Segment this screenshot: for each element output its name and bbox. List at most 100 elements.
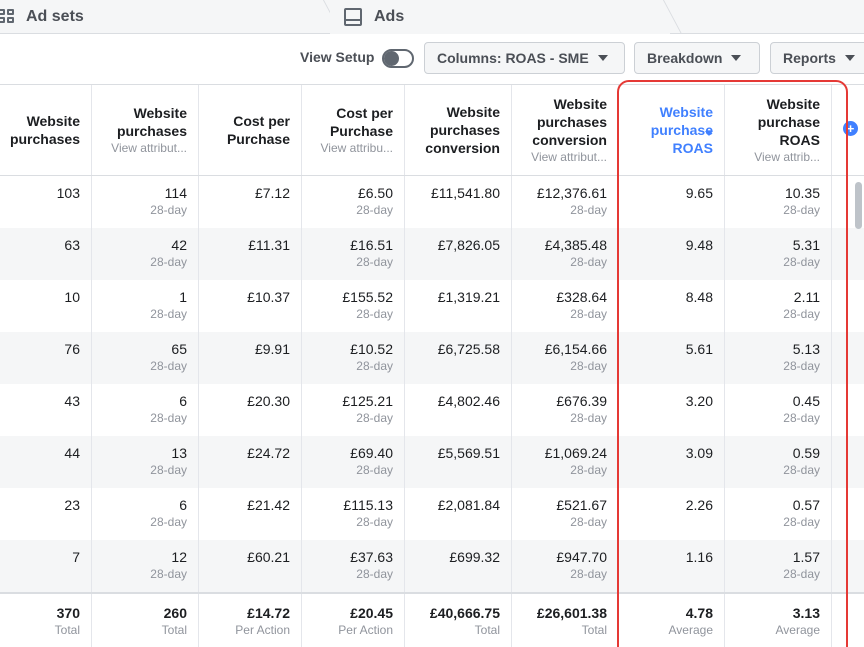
total-value: £14.72 [247,605,290,621]
table-cell: 6 28-day [92,488,199,540]
table-row[interactable]: 76 65 28-day £9.91 £10.52 28-day £6,725.58 £6,1… [0,332,864,384]
total-label: Per Action [235,623,290,637]
cell-value: £6.50 [357,185,393,201]
table-cell: £7.12 [199,176,302,228]
table-cell: 12 28-day [92,540,199,592]
table-row[interactable]: 43 6 28-day £20.30 £125.21 28-day £4,802.46 £67… [0,384,864,436]
cell-value: £2,081.84 [437,497,500,513]
attribution-window: 28-day [783,359,820,373]
table-cell: 3.09 [619,436,725,488]
cell-value: £7,826.05 [437,237,500,253]
table-row[interactable]: 23 6 28-day £21.42 £115.13 28-day £2,081.84 £52… [0,488,864,540]
attribution-window: 28-day [356,359,393,373]
table-cell: £155.52 28-day [302,280,405,332]
table-cell: £6,725.58 [405,332,512,384]
table-cell: £9.91 [199,332,302,384]
table-row[interactable]: 7 12 28-day £60.21 £37.63 28-day £699.32 £947.7… [0,540,864,592]
attribution-window: 28-day [570,463,607,477]
attribution-window: 28-day [356,203,393,217]
cell-value: 42 [171,237,187,253]
view-attribution-link[interactable]: View attribut... [512,149,607,166]
total-label: Average [668,623,713,637]
attribution-window: 28-day [570,359,607,373]
table-row[interactable]: 103 114 28-day £7.12 £6.50 28-day £11,541.80 £1… [0,176,864,228]
column-header[interactable]: Website purchases View attribut... [92,85,199,175]
cell-value: 6 [179,393,187,409]
cell-value: £5,569.51 [437,445,500,461]
table-cell: £60.21 [199,540,302,592]
tab-ads[interactable]: Ads [330,0,670,34]
table-cell: 44 [0,436,92,488]
column-header[interactable]: Cost per Purchase View attribu... [302,85,405,175]
total-label: Total [161,623,187,637]
cell-value: £16.51 [350,237,393,253]
attribution-window: 28-day [570,515,607,529]
table-cell: 0.45 28-day [725,384,832,436]
view-attribution-link[interactable]: View attribut... [92,140,187,157]
column-header-title: Website purchases [9,113,80,147]
column-header-title: Website purchase ROAS [757,95,820,148]
table-cell: £69.40 28-day [302,436,405,488]
attribution-window: 28-day [570,307,607,321]
attribution-window: 28-day [570,411,607,425]
table-cell: £5,569.51 [405,436,512,488]
attribution-window: 28-day [356,567,393,581]
reports-dropdown-button[interactable]: Reports [770,42,864,74]
attribution-window: 28-day [150,567,187,581]
table-cell: £10.52 28-day [302,332,405,384]
table-cell: 0.59 28-day [725,436,832,488]
column-header[interactable]: Website purchases conversion View attribu… [512,85,619,175]
table-cell: £699.32 [405,540,512,592]
cell-value: £4,385.48 [544,237,607,253]
cell-value: 10 [64,289,80,305]
table-row[interactable]: 10 1 28-day £10.37 £155.52 28-day £1,319.21 £32… [0,280,864,332]
table-cell: £10.37 [199,280,302,332]
total-cell: 370 Total [0,594,92,647]
view-setup-toggle[interactable] [382,49,414,68]
attribution-window: 28-day [356,515,393,529]
breakdown-dropdown-button[interactable]: Breakdown [634,42,760,74]
cell-value: £521.67 [556,497,607,513]
add-column-icon[interactable]: + [843,121,858,136]
cell-value: £11.31 [248,237,290,253]
cell-value: £6,725.58 [437,341,500,357]
column-header[interactable]: Website purchases conversion [405,85,512,175]
view-attribution-link[interactable]: View attrib... [725,149,820,166]
column-header-title: Website purchases conversion [425,104,500,156]
attribution-window: 28-day [150,255,187,269]
column-header[interactable]: Website purchases [0,85,92,175]
cell-value: 10.35 [784,185,820,201]
attribution-window: 28-day [783,515,820,529]
column-header-title: Cost per Purchase [226,113,290,147]
cell-value: 0.45 [792,393,820,409]
column-header[interactable]: Website purchase ROAS [619,85,725,175]
table-cell: £24.72 [199,436,302,488]
table-row[interactable]: 63 42 28-day £11.31 £16.51 28-day £7,826.05 £4,… [0,228,864,280]
table-row[interactable]: 44 13 28-day £24.72 £69.40 28-day £5,569.51 £1,… [0,436,864,488]
columns-dropdown-button[interactable]: Columns: ROAS - SME [424,42,625,74]
column-header[interactable]: Website purchase ROAS View attrib... [725,85,832,175]
cell-value: £1,319.21 [437,289,500,305]
cell-value: £12,376.61 [536,185,607,201]
table-cell: 5.13 28-day [725,332,832,384]
table-cell: £1,069.24 28-day [512,436,619,488]
table-cell: 3.20 [619,384,725,436]
cell-value: 76 [64,341,80,357]
attribution-window: 28-day [356,463,393,477]
cell-value: £20.30 [247,393,290,409]
cell-value: 2.26 [685,497,713,513]
table-cell: 103 [0,176,92,228]
cell-value: £10.37 [247,289,290,305]
view-attribution-link[interactable]: View attribu... [302,140,393,157]
table-cell: £328.64 28-day [512,280,619,332]
attribution-window: 28-day [150,515,187,529]
attribution-window: 28-day [783,567,820,581]
table-cell: £6,154.66 28-day [512,332,619,384]
table-cell: £37.63 28-day [302,540,405,592]
attribution-window: 28-day [356,307,393,321]
tab-ad-sets[interactable]: Ad sets [0,0,330,34]
cell-value: £676.39 [556,393,607,409]
vertical-scrollbar[interactable] [855,182,862,229]
column-header[interactable]: Cost per Purchase [199,85,302,175]
cell-value: £4,802.46 [437,393,500,409]
